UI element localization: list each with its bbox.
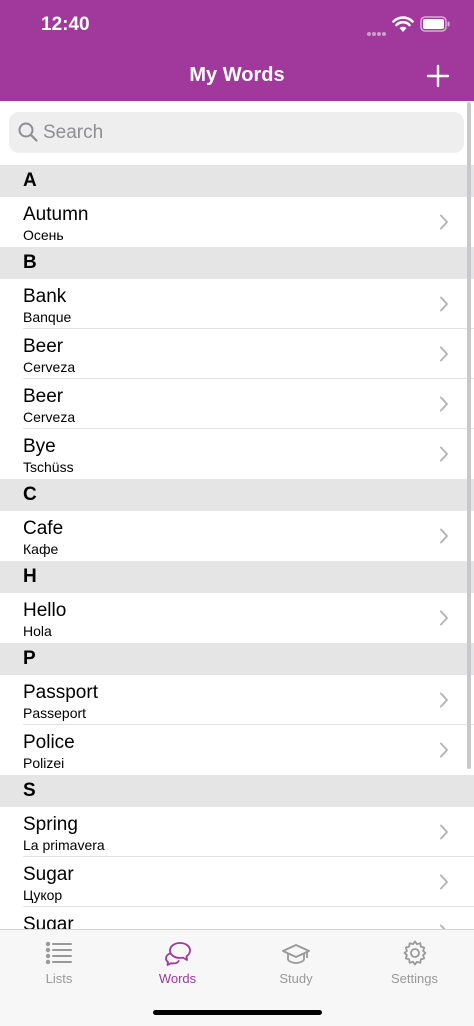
word-row[interactable]: Beer Cerveza bbox=[0, 329, 474, 379]
page-title: My Words bbox=[189, 64, 285, 86]
graduation-cap-icon bbox=[282, 940, 310, 966]
word-label: Passport bbox=[23, 682, 98, 703]
chevron-right-icon bbox=[439, 610, 449, 631]
word-label: Spring bbox=[23, 814, 78, 835]
section-header: P bbox=[0, 643, 474, 675]
word-label: Cafe bbox=[23, 518, 64, 539]
word-row[interactable]: Sugar Цукор bbox=[0, 857, 474, 907]
word-label: Hello bbox=[23, 600, 67, 621]
translation-label: Cerveza bbox=[23, 359, 76, 375]
translation-label: Осень bbox=[23, 227, 64, 243]
word-row[interactable]: Spring La primavera bbox=[0, 807, 474, 857]
word-label: Sugar bbox=[23, 864, 74, 885]
word-label: Bank bbox=[23, 286, 67, 307]
search-icon bbox=[18, 122, 38, 147]
word-row[interactable]: Cafe Кафе bbox=[0, 511, 474, 561]
list-icon bbox=[45, 940, 73, 966]
translation-label: Цукор bbox=[23, 887, 63, 903]
section-header: H bbox=[0, 561, 474, 593]
tab-settings[interactable]: Settings bbox=[356, 930, 474, 990]
word-row[interactable]: Beer Cerveza bbox=[0, 379, 474, 429]
word-label: Beer bbox=[23, 336, 64, 357]
section-header: B bbox=[0, 247, 474, 279]
status-time: 12:40 bbox=[41, 14, 90, 35]
word-row[interactable]: Hello Hola bbox=[0, 593, 474, 643]
wifi-icon bbox=[392, 15, 414, 38]
signal-icon bbox=[366, 24, 386, 42]
search-bar[interactable] bbox=[9, 112, 464, 153]
chevron-right-icon bbox=[439, 296, 449, 317]
translation-label: Hola bbox=[23, 623, 52, 639]
translation-label: Banque bbox=[23, 309, 72, 325]
translation-label: Tschüss bbox=[23, 459, 74, 475]
section-header: S bbox=[0, 775, 474, 807]
chevron-right-icon bbox=[439, 824, 449, 845]
home-indicator bbox=[153, 1010, 322, 1015]
chevron-right-icon bbox=[439, 446, 449, 467]
chevron-right-icon bbox=[439, 528, 449, 549]
chat-bubbles-icon bbox=[164, 940, 192, 966]
chevron-right-icon bbox=[439, 874, 449, 895]
chevron-right-icon bbox=[439, 396, 449, 417]
chevron-right-icon bbox=[439, 214, 449, 235]
word-label: Police bbox=[23, 732, 75, 753]
word-row[interactable]: Bank Banque bbox=[0, 279, 474, 329]
translation-label: Passeport bbox=[23, 705, 87, 721]
chevron-right-icon bbox=[439, 692, 449, 713]
search-input[interactable] bbox=[43, 112, 453, 153]
scrollbar[interactable] bbox=[467, 102, 471, 769]
tab-label: Words bbox=[158, 971, 197, 986]
chevron-right-icon bbox=[439, 742, 449, 763]
word-label: Autumn bbox=[23, 204, 89, 225]
translation-label: Кафе bbox=[23, 541, 59, 557]
tab-label: Lists bbox=[45, 971, 73, 986]
tab-label: Settings bbox=[391, 971, 438, 986]
translation-label: Polizei bbox=[23, 755, 65, 771]
word-row[interactable]: Police Polizei bbox=[0, 725, 474, 775]
word-row[interactable]: Bye Tschüss bbox=[0, 429, 474, 479]
tab-study[interactable]: Study bbox=[237, 930, 355, 990]
plus-icon bbox=[426, 64, 450, 88]
translation-label: Cerveza bbox=[23, 409, 76, 425]
tab-words[interactable]: Words bbox=[119, 930, 237, 990]
section-header: C bbox=[0, 479, 474, 511]
word-label: Beer bbox=[23, 386, 64, 407]
tab-label: Study bbox=[279, 971, 313, 986]
nav-bar: 12:40 My Words bbox=[0, 0, 474, 101]
battery-icon bbox=[420, 16, 450, 37]
word-row[interactable]: Autumn Осень bbox=[0, 197, 474, 247]
tab-lists[interactable]: Lists bbox=[0, 930, 118, 990]
section-header: A bbox=[0, 165, 474, 197]
gear-icon bbox=[401, 940, 429, 966]
word-row[interactable]: Passport Passeport bbox=[0, 675, 474, 725]
add-word-button[interactable] bbox=[425, 64, 451, 88]
translation-label: La primavera bbox=[23, 837, 105, 853]
chevron-right-icon bbox=[439, 346, 449, 367]
word-label: Bye bbox=[23, 436, 56, 457]
word-list: A Autumn Осень B Bank Banque Beer Cerveza Beer Ce… bbox=[0, 165, 474, 957]
